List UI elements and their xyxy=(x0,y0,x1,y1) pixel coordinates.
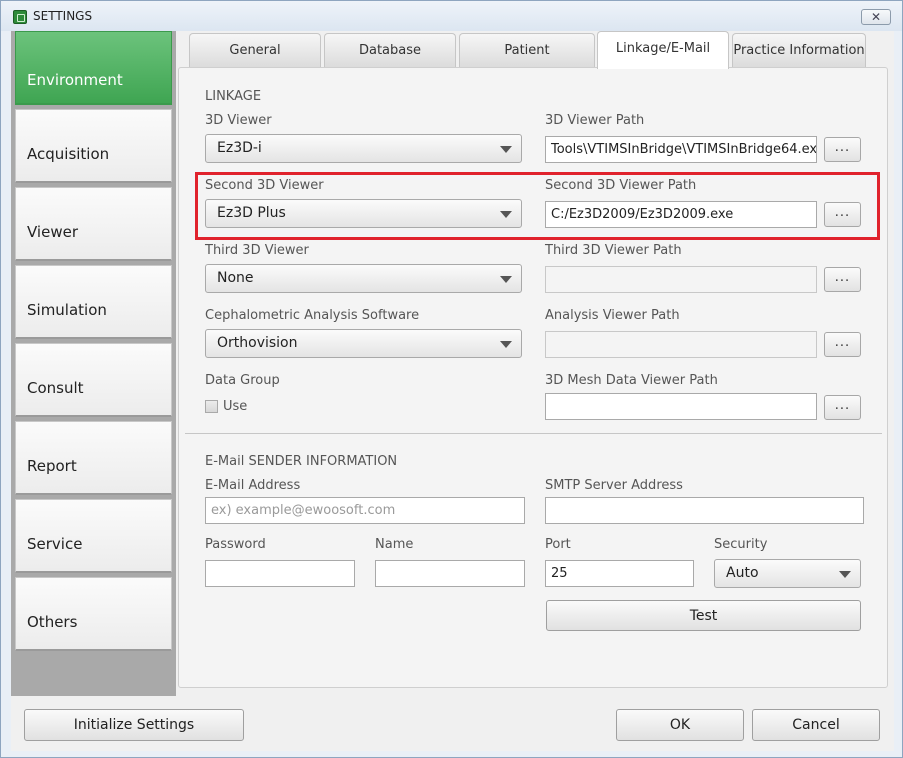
chevron-down-icon xyxy=(839,571,851,578)
sidebar-item-consult[interactable]: Consult xyxy=(15,343,172,417)
email-address-label: E-Mail Address xyxy=(205,478,301,493)
dialog-client: Environment Acquisition Viewer Simulatio… xyxy=(11,31,894,751)
sidebar-item-report[interactable]: Report xyxy=(15,421,172,495)
smtp-label: SMTP Server Address xyxy=(545,478,683,493)
tab-patient[interactable]: Patient xyxy=(459,33,595,69)
port-field[interactable]: 25 xyxy=(545,560,694,587)
cancel-button[interactable]: Cancel xyxy=(752,709,880,741)
tab-practice-information[interactable]: Practice Information xyxy=(732,33,866,69)
settings-window: SETTINGS ✕ Environment Acquisition Viewe… xyxy=(0,0,903,758)
analysis-browse-button[interactable]: ... xyxy=(824,332,861,357)
sidebar-item-service[interactable]: Service xyxy=(15,499,172,573)
window-title: SETTINGS xyxy=(33,9,93,23)
viewer2-browse-button[interactable]: ... xyxy=(824,202,861,227)
viewer2-select[interactable]: Ez3D Plus xyxy=(205,199,522,228)
linkage-email-panel: LINKAGE 3D Viewer Ez3D-i 3D Viewer Path … xyxy=(178,67,888,688)
test-button[interactable]: Test xyxy=(546,600,861,631)
security-label: Security xyxy=(714,537,768,552)
initialize-settings-button[interactable]: Initialize Settings xyxy=(24,709,244,741)
password-label: Password xyxy=(205,537,266,552)
analysis-path-label: Analysis Viewer Path xyxy=(545,308,680,323)
viewer2-select-value: Ez3D Plus xyxy=(217,205,286,221)
name-field[interactable] xyxy=(375,560,525,587)
viewer3-path-label: Third 3D Viewer Path xyxy=(545,243,682,258)
section-divider xyxy=(185,433,882,434)
ok-button[interactable]: OK xyxy=(616,709,744,741)
linkage-section-title: LINKAGE xyxy=(205,89,262,104)
viewer1-label: 3D Viewer xyxy=(205,113,272,128)
viewer1-path-label: 3D Viewer Path xyxy=(545,113,645,128)
security-select-value: Auto xyxy=(726,565,759,581)
viewer1-path-field[interactable]: Tools\VTIMSInBridge\VTIMSInBridge64.exe xyxy=(545,136,817,163)
use-checkbox-label: Use xyxy=(223,399,248,414)
chevron-down-icon xyxy=(500,276,512,283)
chevron-down-icon xyxy=(500,146,512,153)
smtp-field[interactable] xyxy=(545,497,864,524)
viewer3-label: Third 3D Viewer xyxy=(205,243,309,258)
email-section-title: E-Mail SENDER INFORMATION xyxy=(205,454,398,469)
sidebar-item-viewer[interactable]: Viewer xyxy=(15,187,172,261)
mesh-browse-button[interactable]: ... xyxy=(824,395,861,420)
mesh-path-label: 3D Mesh Data Viewer Path xyxy=(545,373,718,388)
tab-database[interactable]: Database xyxy=(324,33,456,69)
chevron-down-icon xyxy=(500,341,512,348)
sidebar-item-simulation[interactable]: Simulation xyxy=(15,265,172,339)
email-address-field[interactable]: ex) example@ewoosoft.com xyxy=(205,497,525,524)
ceph-label: Cephalometric Analysis Software xyxy=(205,308,420,323)
tab-general[interactable]: General xyxy=(189,33,321,69)
viewer3-select[interactable]: None xyxy=(205,264,522,293)
ceph-select-value: Orthovision xyxy=(217,335,298,351)
chevron-down-icon xyxy=(500,211,512,218)
mesh-path-field[interactable] xyxy=(545,393,817,420)
viewer3-browse-button[interactable]: ... xyxy=(824,267,861,292)
title-bar: SETTINGS ✕ xyxy=(1,1,902,31)
sidebar: Environment Acquisition Viewer Simulatio… xyxy=(11,31,176,696)
analysis-path-field[interactable] xyxy=(545,331,817,358)
viewer2-path-field[interactable]: C:/Ez3D2009/Ez3D2009.exe xyxy=(545,201,817,228)
viewer3-select-value: None xyxy=(217,270,254,286)
viewer1-browse-button[interactable]: ... xyxy=(824,137,861,162)
viewer2-path-label: Second 3D Viewer Path xyxy=(545,178,697,193)
data-group-label: Data Group xyxy=(205,373,280,388)
viewer1-select[interactable]: Ez3D-i xyxy=(205,134,522,163)
close-button[interactable]: ✕ xyxy=(861,9,891,25)
ceph-select[interactable]: Orthovision xyxy=(205,329,522,358)
sidebar-item-others[interactable]: Others xyxy=(15,577,172,651)
sidebar-item-acquisition[interactable]: Acquisition xyxy=(15,109,172,183)
app-logo-icon xyxy=(13,10,27,24)
viewer3-path-field[interactable] xyxy=(545,266,817,293)
sidebar-item-environment[interactable]: Environment xyxy=(15,31,172,105)
password-field[interactable] xyxy=(205,560,355,587)
viewer2-label: Second 3D Viewer xyxy=(205,178,324,193)
port-label: Port xyxy=(545,537,571,552)
name-label: Name xyxy=(375,537,414,552)
tab-linkage-email[interactable]: Linkage/E-Mail xyxy=(597,31,729,69)
use-checkbox[interactable] xyxy=(205,400,218,413)
security-select[interactable]: Auto xyxy=(714,559,861,588)
viewer1-select-value: Ez3D-i xyxy=(217,140,262,156)
